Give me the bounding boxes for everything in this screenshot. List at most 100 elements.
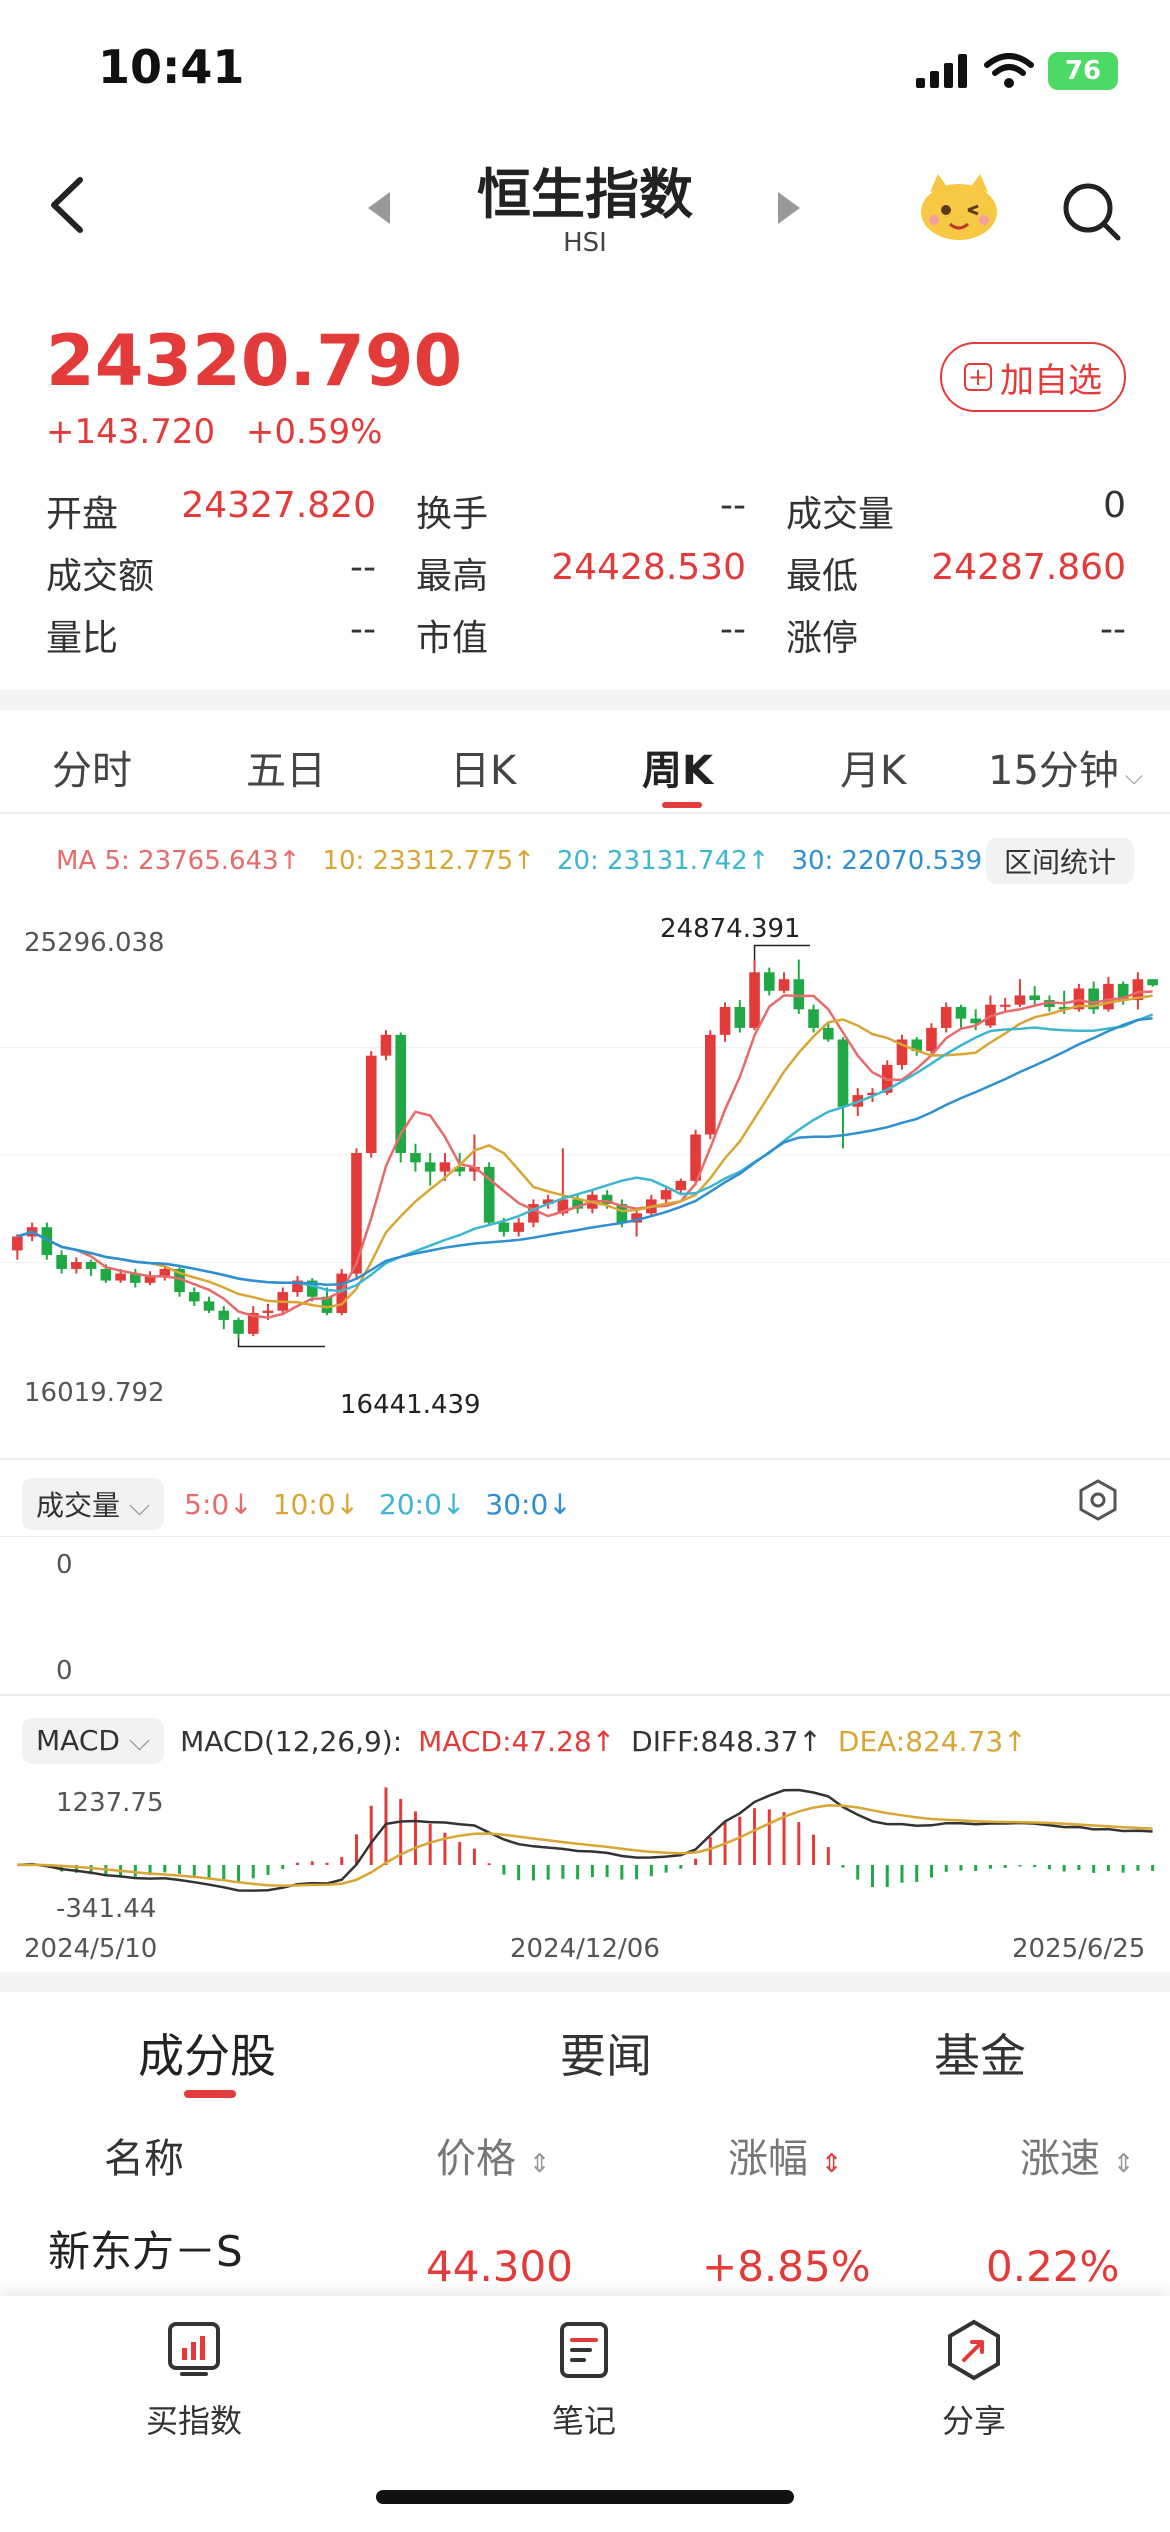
- section-divider: [0, 690, 1170, 710]
- mascot-icon[interactable]: [918, 170, 1000, 242]
- candle-body: [188, 1292, 200, 1302]
- search-icon[interactable]: [1060, 180, 1122, 242]
- quote-stats: 开盘 24327.820 换手 -- 成交量 0 成交额 -- 最高 24428.530 …: [46, 480, 1126, 666]
- settings-icon[interactable]: [1076, 1478, 1120, 1522]
- kline-svg: [0, 944, 1170, 1348]
- macd-dropdown[interactable]: MACD ⌵: [22, 1718, 165, 1764]
- ma30-line: [17, 1017, 1153, 1286]
- candle-body: [837, 1039, 849, 1107]
- candle-body: [380, 1034, 392, 1056]
- chevron-down-icon: ⌵: [128, 1489, 151, 1522]
- tab-15min[interactable]: 15分钟 ⌵: [988, 738, 1143, 796]
- high-marker: [753, 944, 810, 960]
- active-tab-indicator: [662, 802, 702, 808]
- candle-body: [12, 1236, 23, 1251]
- stat-label: 最高: [416, 556, 489, 597]
- share-icon: [948, 2319, 1000, 2381]
- tab-news[interactable]: 要闻: [560, 2020, 652, 2086]
- quote-panel: 24320.790 +143.720 +0.59% + 加自选 开盘 24327.…: [0, 300, 1170, 680]
- volume-legend: 成交量 ⌵ 5:0↓ 10:0↓ 20:0↓ 30:0↓: [22, 1478, 572, 1530]
- tab-weekly[interactable]: 周K: [642, 738, 713, 796]
- tab-funds[interactable]: 基金: [934, 2020, 1026, 2086]
- tab-daily[interactable]: 日K: [450, 738, 516, 796]
- col-speed-label: 涨速: [1020, 2136, 1100, 2182]
- macd-svg: [17, 1787, 1155, 1892]
- volume-divider: [0, 1694, 1170, 1696]
- candle-body: [660, 1190, 672, 1200]
- status-time: 10:41: [98, 40, 245, 94]
- vol-ma5: 5:0↓: [184, 1487, 253, 1521]
- stat-label: 最低: [786, 556, 859, 597]
- ma10-line: [17, 994, 1153, 1309]
- range-stats-button[interactable]: 区间统计: [986, 838, 1134, 884]
- period-tabs: 分时 五日 日K 周K 月K 15分钟 ⌵: [0, 716, 1170, 816]
- ma5-value: MA 5: 23765.643↑: [56, 846, 301, 876]
- sort-desc-icon: ⇕: [820, 2149, 843, 2179]
- macd-legend: MACD ⌵ MACD(12,26,9): MACD:47.28↑ DIFF:8…: [22, 1718, 1027, 1764]
- macd-chart[interactable]: 1237.75 -341.44: [0, 1770, 1170, 1940]
- bar-chart-icon: [168, 2322, 220, 2376]
- tabs-divider: [0, 812, 1170, 814]
- share-button[interactable]: 分享: [874, 2318, 1074, 2442]
- notes-button[interactable]: 笔记: [484, 2318, 684, 2442]
- section-tabs: 成分股 要闻 基金: [0, 2000, 1170, 2110]
- col-name: 名称: [104, 2136, 184, 2182]
- add-watchlist-button[interactable]: + 加自选: [940, 342, 1126, 412]
- stat-cell: 成交量 0: [786, 485, 1126, 537]
- buy-index-button[interactable]: 买指数: [94, 2318, 294, 2442]
- y-axis-bottom-label: 16019.792: [24, 1378, 165, 1408]
- candle-body: [365, 1055, 377, 1154]
- stat-cell: 涨停 --: [786, 609, 1126, 661]
- ma30-value: 30: 22070.539↑: [791, 846, 1004, 876]
- col-price[interactable]: 价格 ⇕: [436, 2126, 551, 2184]
- kline-chart[interactable]: 25296.038 16019.792 24874.391 16441.439: [0, 900, 1170, 1440]
- notes-icon: [560, 2322, 608, 2378]
- stock-price: 44.300: [426, 2242, 573, 2291]
- stat-label: 成交量: [786, 494, 895, 535]
- table-header: 名称 价格 ⇕ 涨幅 ⇕ 涨速 ⇕: [0, 2116, 1170, 2186]
- stat-cell: 量比 --: [46, 609, 416, 661]
- section-divider: [0, 1972, 1170, 1992]
- candle-body: [763, 972, 775, 991]
- vol-ma10: 10:0↓: [272, 1487, 360, 1521]
- candle-body: [675, 1180, 687, 1191]
- tab-constituents[interactable]: 成分股: [138, 2020, 276, 2086]
- chevron-down-icon: ⌵: [128, 1724, 151, 1757]
- col-speed[interactable]: 涨速 ⇕: [1020, 2126, 1135, 2184]
- tab-monthly[interactable]: 月K: [840, 738, 906, 796]
- candle-body: [749, 972, 760, 1028]
- stat-value: --: [720, 609, 746, 650]
- change-percent: +0.59%: [245, 412, 383, 452]
- candle-body: [424, 1162, 436, 1172]
- macd-axis-top: 1237.75: [56, 1788, 164, 1818]
- stat-row: 成交额 -- 最高 24428.530 最低 24287.860: [46, 542, 1126, 604]
- candle-body: [498, 1222, 510, 1232]
- candle-body: [778, 979, 790, 991]
- candle-body: [410, 1153, 421, 1163]
- stat-value: --: [1100, 609, 1126, 650]
- candle-body: [262, 1310, 274, 1313]
- tab-intraday[interactable]: 分时: [52, 738, 132, 796]
- candle-body: [56, 1255, 67, 1269]
- table-row[interactable]: 新东方－S 44.300 +8.85% 0.22%: [0, 2206, 1170, 2306]
- col-change-label: 涨幅: [728, 2136, 808, 2182]
- status-bar: 10:41 76: [0, 0, 1170, 140]
- volume-dropdown[interactable]: 成交量 ⌵: [22, 1478, 165, 1530]
- tab-five-day[interactable]: 五日: [246, 738, 326, 796]
- volume-grid-top: [0, 1536, 1170, 1537]
- stat-value: --: [720, 485, 746, 526]
- diff-value: DIFF:848.37↑: [631, 1724, 822, 1758]
- current-price: 24320.790: [46, 320, 463, 402]
- stock-name: 新东方－S: [48, 2227, 243, 2276]
- nav-header: 恒生指数 HSI: [0, 140, 1170, 270]
- stat-value: 0: [1103, 485, 1126, 526]
- stat-label: 市值: [416, 618, 489, 659]
- date-mid: 2024/12/06: [510, 1934, 660, 1964]
- candle-body: [1029, 995, 1040, 1001]
- candle-body: [926, 1027, 937, 1052]
- stat-value: --: [350, 547, 376, 588]
- col-change[interactable]: 涨幅 ⇕: [728, 2126, 843, 2184]
- candle-body: [513, 1222, 524, 1232]
- next-index-icon[interactable]: [778, 192, 800, 224]
- date-start: 2024/5/10: [24, 1934, 158, 1964]
